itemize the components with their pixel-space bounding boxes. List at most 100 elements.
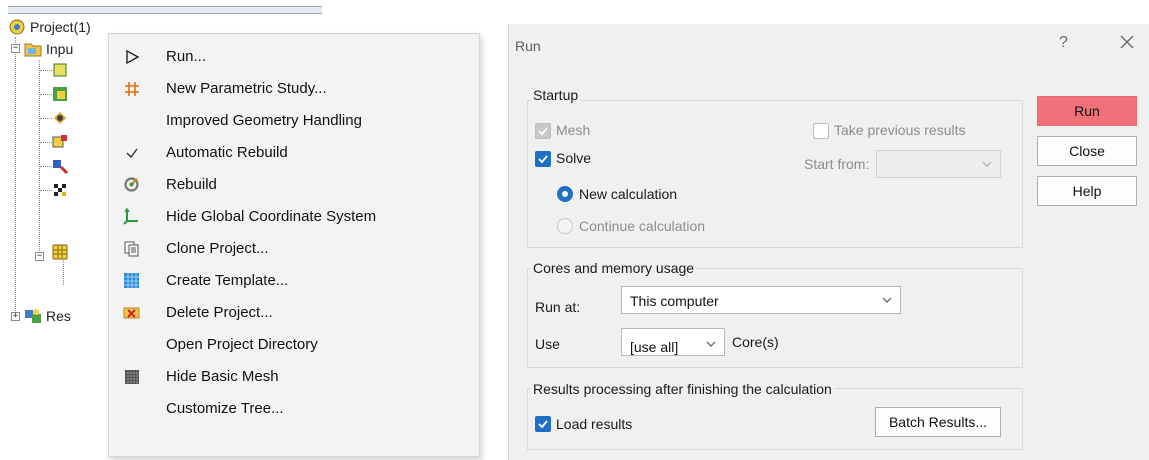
run-button[interactable]: Run [1037, 96, 1137, 126]
material-icon[interactable] [52, 110, 68, 126]
component-icon[interactable] [52, 86, 68, 102]
start-from-label: Start from: [804, 156, 870, 172]
load-results-checkbox[interactable] [535, 416, 551, 432]
help-button[interactable]: Help [1037, 176, 1137, 206]
tree-connector [40, 142, 52, 143]
close-button[interactable]: Close [1037, 136, 1137, 166]
menu-item-label: Delete Project... [166, 303, 273, 321]
solve-label: Solve [556, 150, 592, 166]
run-at-select[interactable]: This computer [621, 286, 901, 314]
mesh-icon [124, 369, 139, 384]
menu-item-label: Improved Geometry Handling [166, 111, 362, 129]
cores-group-title: Cores and memory usage [531, 260, 697, 276]
menu-item-new-parametric-study[interactable]: New Parametric Study... [109, 72, 479, 104]
cores-select[interactable]: [use all] [621, 328, 725, 356]
menu-item-improved-geometry[interactable]: Improved Geometry Handling [109, 104, 479, 136]
menu-item-label: Open Project Directory [166, 335, 318, 353]
new-calculation-label: New calculation [579, 186, 678, 202]
menu-item-label: Create Template... [166, 271, 289, 289]
cores-value: [use all] [630, 339, 679, 355]
tree-connector [40, 70, 52, 71]
panel-splitter[interactable] [8, 6, 322, 14]
menu-item-create-template[interactable]: Create Template... [109, 264, 479, 296]
new-calculation-radio[interactable] [557, 186, 573, 202]
tree-item-project[interactable]: Project(1) [8, 17, 91, 37]
menu-item-automatic-rebuild[interactable]: Automatic Rebuild [109, 136, 479, 168]
start-from-select[interactable] [876, 150, 1001, 178]
load-icon[interactable] [52, 158, 68, 174]
checkered-flag-icon[interactable] [52, 182, 68, 198]
tree-label-project: Project(1) [30, 19, 91, 35]
menu-item-hide-global-coordinate-system[interactable]: Hide Global Coordinate System [109, 200, 479, 232]
axes-icon [123, 208, 138, 225]
menu-item-label: Hide Basic Mesh [166, 367, 279, 385]
tree-connector [40, 94, 52, 95]
expand-toggle-icon[interactable]: − [35, 252, 44, 261]
context-menu: Run... New Parametric Study... Improved … [108, 33, 480, 457]
folder-icon [24, 43, 42, 57]
checkmark-icon [538, 155, 548, 164]
run-dialog: Run ? Startup Mesh Take previous results… [508, 24, 1149, 460]
tree-connector [40, 166, 52, 167]
run-at-value: This computer [630, 293, 719, 309]
expand-toggle-icon[interactable]: − [11, 44, 20, 53]
menu-item-open-project-directory[interactable]: Open Project Directory [109, 328, 479, 360]
play-icon [125, 49, 139, 64]
menu-item-label: Rebuild [166, 175, 217, 193]
tree-connector [15, 37, 16, 317]
copy-icon [124, 241, 138, 256]
menu-item-label: Clone Project... [166, 239, 269, 257]
checkmark-icon [538, 127, 548, 136]
menu-item-label: New Parametric Study... [166, 79, 327, 97]
startup-group-title: Startup [531, 87, 581, 103]
solve-checkbox[interactable] [535, 151, 551, 167]
tree-item-input[interactable]: Inpu [24, 39, 73, 59]
menu-item-run[interactable]: Run... [109, 40, 479, 72]
grid-icon [124, 81, 139, 96]
cores-group [527, 268, 1023, 368]
menu-item-customize-tree[interactable]: Customize Tree... [109, 392, 479, 424]
use-label: Use [535, 336, 560, 352]
cores-suffix-label: Core(s) [732, 334, 779, 350]
continue-calculation-label: Continue calculation [579, 218, 706, 234]
mesh-checkbox[interactable] [535, 123, 551, 139]
geometry-icon[interactable] [52, 62, 68, 78]
menu-item-label: Automatic Rebuild [166, 143, 288, 161]
checkmark-icon [538, 420, 548, 429]
menu-item-clone-project[interactable]: Clone Project... [109, 232, 479, 264]
project-icon [9, 19, 25, 35]
take-previous-results-checkbox[interactable] [813, 123, 829, 139]
menu-item-rebuild[interactable]: Rebuild [109, 168, 479, 200]
expand-toggle-icon[interactable]: + [11, 312, 20, 321]
mesh-settings-icon[interactable] [52, 244, 68, 260]
menu-item-hide-basic-mesh[interactable]: Hide Basic Mesh [109, 360, 479, 392]
run-at-label: Run at: [535, 299, 581, 315]
tree-item-results[interactable]: Res [24, 306, 71, 326]
tree-label-results: Res [46, 308, 71, 324]
menu-item-label: Hide Global Coordinate System [166, 207, 377, 225]
continue-calculation-radio[interactable] [557, 218, 573, 234]
results-processing-group-title: Results processing after finishing the c… [531, 381, 834, 397]
help-question-icon[interactable]: ? [1059, 34, 1068, 52]
menu-item-delete-project[interactable]: Delete Project... [109, 296, 479, 328]
template-icon [124, 273, 139, 288]
chevron-down-icon [706, 341, 716, 347]
load-results-label: Load results [556, 416, 633, 432]
checkmark-icon [126, 148, 138, 158]
boundary-icon[interactable] [52, 134, 68, 150]
menu-item-label: Run... [166, 47, 207, 65]
close-icon[interactable] [1117, 32, 1137, 52]
tree-connector [40, 118, 52, 119]
delete-icon [123, 307, 140, 319]
tree-label-input: Inpu [46, 41, 74, 57]
take-previous-results-label: Take previous results [834, 122, 966, 138]
menu-item-label: Customize Tree... [166, 399, 284, 417]
batch-results-button[interactable]: Batch Results... [875, 407, 1001, 437]
dialog-title: Run [515, 38, 541, 54]
results-icon [25, 309, 41, 323]
chevron-down-icon [882, 297, 892, 303]
rebuild-icon [124, 177, 139, 192]
tree-connector [40, 190, 52, 191]
mesh-label: Mesh [556, 122, 591, 138]
chevron-down-icon [982, 161, 992, 167]
